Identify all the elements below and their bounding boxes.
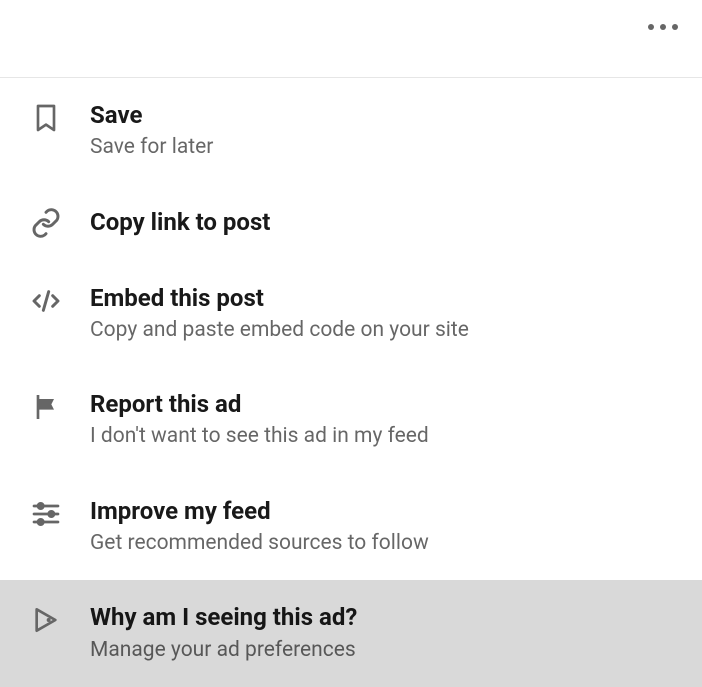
menu-item-report[interactable]: Report this ad I don't want to see this … [0, 367, 702, 474]
menu-item-improve-feed[interactable]: Improve my feed Get recommended sources … [0, 474, 702, 581]
code-icon [30, 283, 74, 317]
link-icon [30, 207, 74, 239]
header-area [0, 0, 702, 78]
menu-item-copy-link[interactable]: Copy link to post [0, 185, 702, 261]
menu-item-title: Copy link to post [90, 207, 270, 238]
menu-item-subtitle: Copy and paste embed code on your site [90, 316, 469, 345]
context-menu: Save Save for later Copy link to post Em… [0, 78, 702, 687]
menu-item-subtitle: Manage your ad preferences [90, 636, 357, 665]
sliders-icon [30, 496, 74, 530]
menu-item-why-ad[interactable]: Why am I seeing this ad? Manage your ad … [0, 580, 702, 687]
more-options-button[interactable] [648, 24, 678, 30]
menu-item-title: Embed this post [90, 283, 469, 314]
menu-item-title: Report this ad [90, 389, 429, 420]
menu-item-title: Why am I seeing this ad? [90, 602, 357, 633]
ad-play-icon [30, 602, 74, 636]
menu-item-title: Improve my feed [90, 496, 429, 527]
bookmark-icon [30, 100, 74, 134]
menu-item-subtitle: I don't want to see this ad in my feed [90, 422, 429, 451]
menu-item-embed[interactable]: Embed this post Copy and paste embed cod… [0, 261, 702, 368]
menu-item-subtitle: Get recommended sources to follow [90, 529, 429, 558]
menu-item-title: Save [90, 100, 213, 131]
menu-item-subtitle: Save for later [90, 133, 213, 162]
flag-icon [30, 389, 74, 423]
menu-item-save[interactable]: Save Save for later [0, 78, 702, 185]
